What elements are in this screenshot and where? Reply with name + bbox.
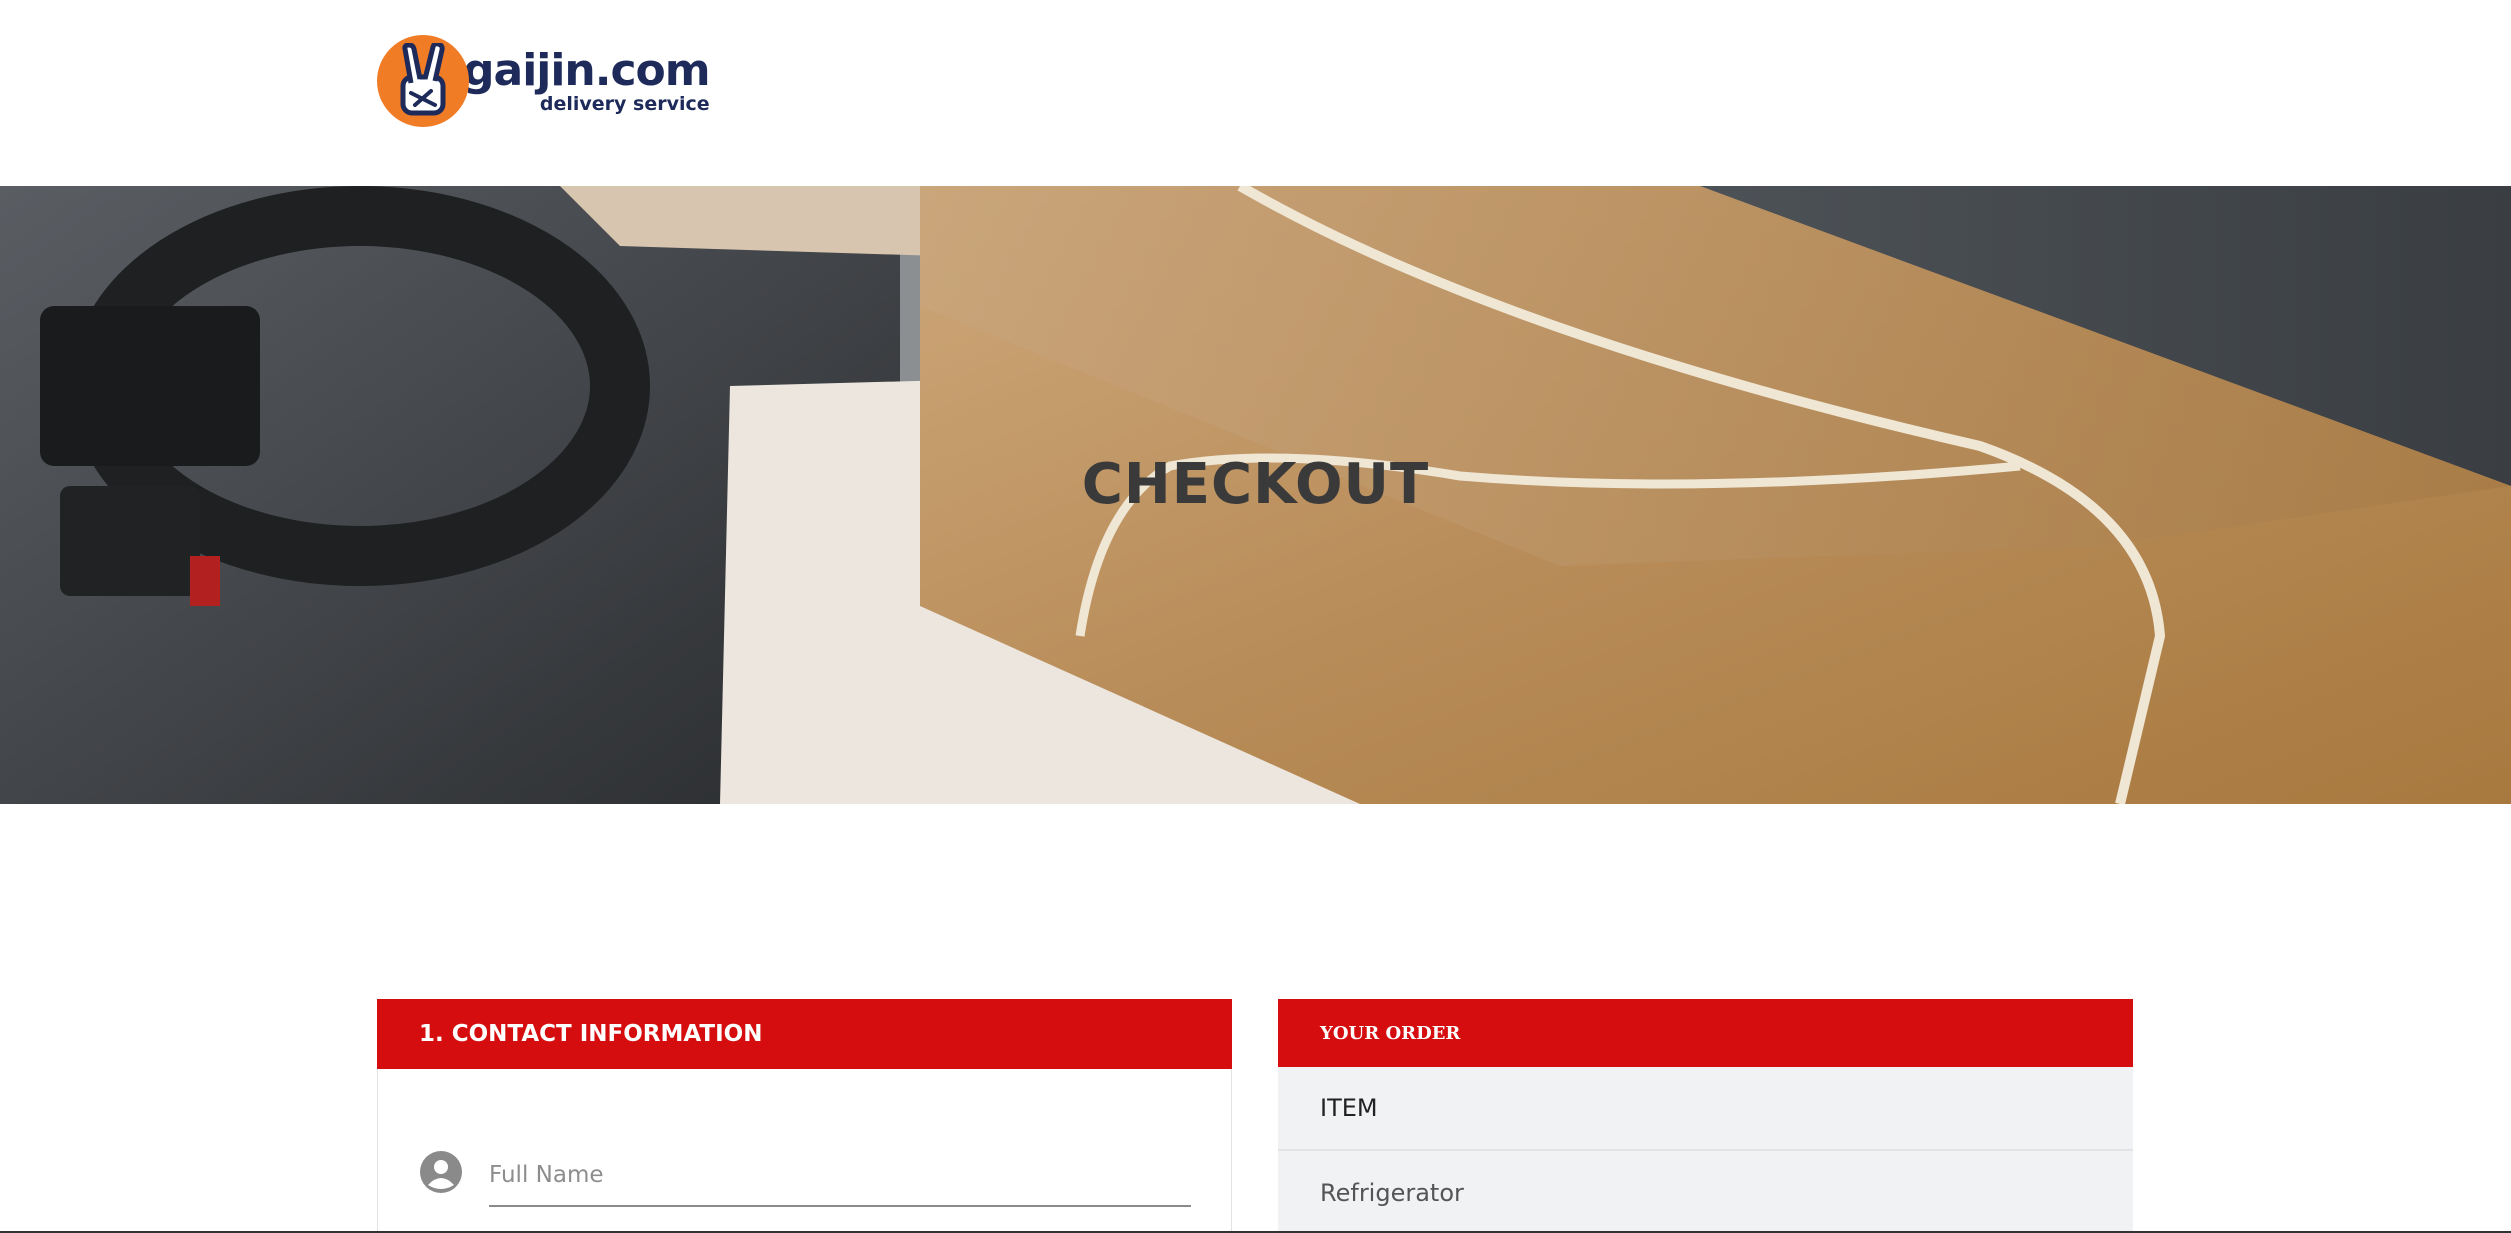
your-order-card: YOUR ORDER ITEM Refrigerator xyxy=(1278,999,2133,1233)
full-name-row xyxy=(420,1151,1191,1211)
contact-information-heading: 1. CONTACT INFORMATION xyxy=(377,999,1232,1069)
your-order-heading: YOUR ORDER xyxy=(1278,999,2133,1067)
user-icon xyxy=(420,1151,462,1193)
order-item: Refrigerator xyxy=(1278,1151,2133,1233)
hero-banner: CHECKOUT xyxy=(0,186,2511,804)
peace-hand-icon xyxy=(377,35,469,127)
contact-information-card: 1. CONTACT INFORMATION xyxy=(377,999,1232,1233)
logo-name: gaijin.com xyxy=(463,44,711,96)
item-column-label: ITEM xyxy=(1320,1094,1378,1122)
logo-tagline: delivery service xyxy=(539,92,710,115)
logo-link[interactable]: gaijin.com delivery service xyxy=(377,33,711,129)
full-name-input[interactable] xyxy=(489,1151,1191,1207)
order-item-name: Refrigerator xyxy=(1320,1179,1464,1207)
page-title: CHECKOUT xyxy=(1081,452,1430,517)
site-header: gaijin.com delivery service xyxy=(0,0,2511,186)
order-column-header: ITEM xyxy=(1278,1067,2133,1151)
